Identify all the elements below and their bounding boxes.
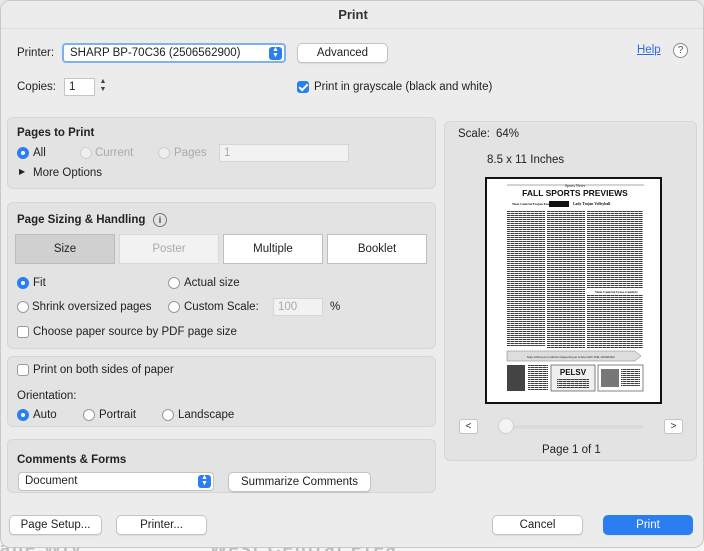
page-sizing-title: Page Sizing & Handling xyxy=(17,214,146,226)
duplex-label: Print on both sides of paper xyxy=(33,364,174,376)
copies-label: Copies: xyxy=(17,81,56,93)
custom-scale-radio[interactable] xyxy=(168,301,180,313)
tab-poster[interactable]: Poster xyxy=(119,234,219,264)
scale-value: 64% xyxy=(496,128,520,140)
more-options-toggle[interactable]: More Options xyxy=(33,167,102,179)
pages-current-label: Current xyxy=(95,147,134,159)
paper-source-label: Choose paper source by PDF page size xyxy=(33,326,237,338)
orientation-portrait-label: Portrait xyxy=(99,409,137,421)
dialog-title: Print xyxy=(1,1,703,29)
comments-forms-select[interactable]: Document ▲ ▼ xyxy=(18,472,214,491)
printer-select[interactable]: SHARP BP-70C36 (2506562900) ▲ ▼ xyxy=(62,43,286,63)
doc-banner: Stay informed on what's happening at sch… xyxy=(527,355,615,359)
orientation-label: Orientation: xyxy=(17,390,77,402)
doc-sub-crosscountry: West Central Cross-Country xyxy=(595,290,638,294)
help-link[interactable]: Help xyxy=(637,44,661,56)
newspaper-page-thumbnail: Sports News FALL SPORTS PREVIEWS West Ce… xyxy=(487,179,660,402)
info-icon[interactable]: i xyxy=(153,213,167,227)
doc-ad: PELSV xyxy=(560,368,587,377)
grayscale-label: Print in grayscale (black and white) xyxy=(314,81,493,93)
copies-input[interactable]: 1 xyxy=(64,78,95,96)
pages-all-label: All xyxy=(33,147,46,159)
paper-source-checkbox[interactable] xyxy=(17,326,29,338)
orientation-landscape-radio[interactable] xyxy=(162,409,174,421)
orientation-portrait-radio[interactable] xyxy=(83,409,95,421)
doc-sub-volleyball: Lady Trojan Volleyball xyxy=(573,202,610,206)
tab-size[interactable]: Size xyxy=(15,234,115,264)
pages-range-input[interactable]: 1 xyxy=(219,144,349,162)
select-arrows-icon: ▲ ▼ xyxy=(198,474,211,488)
printer-label: Printer: xyxy=(17,47,55,59)
cancel-button[interactable]: Cancel xyxy=(492,515,583,535)
custom-scale-input[interactable]: 100 xyxy=(273,298,323,316)
tab-booklet[interactable]: Booklet xyxy=(327,234,427,264)
select-arrows-icon: ▲ ▼ xyxy=(269,46,282,60)
page-setup-button[interactable]: Page Setup... xyxy=(9,515,102,535)
pages-current-radio[interactable] xyxy=(80,147,92,159)
prev-page-button[interactable]: < xyxy=(459,419,478,434)
pages-range-radio[interactable] xyxy=(158,147,170,159)
grayscale-checkbox[interactable] xyxy=(297,81,309,93)
printer-select-value: SHARP BP-70C36 (2506562900) xyxy=(70,47,241,59)
pages-to-print-title: Pages to Print xyxy=(17,127,95,139)
orientation-auto-label: Auto xyxy=(33,409,57,421)
comments-forms-title: Comments & Forms xyxy=(17,454,127,466)
paper-size-label: 8.5 x 11 Inches xyxy=(487,154,565,166)
pages-all-radio[interactable] xyxy=(17,147,29,159)
page-info: Page 1 of 1 xyxy=(542,444,601,456)
orientation-auto-radio[interactable] xyxy=(17,409,29,421)
scale-label: Scale: xyxy=(458,128,490,140)
disclosure-triangle-icon[interactable]: ▶ xyxy=(19,167,25,176)
page-slider-knob[interactable] xyxy=(498,418,514,434)
doc-headline: FALL SPORTS PREVIEWS xyxy=(522,188,628,198)
copies-stepper-icon[interactable]: ▲ ▼ xyxy=(97,78,109,96)
fit-label: Fit xyxy=(33,277,46,289)
next-page-button[interactable]: > xyxy=(664,419,683,434)
fit-radio[interactable] xyxy=(17,277,29,289)
page-preview: Sports News FALL SPORTS PREVIEWS West Ce… xyxy=(485,177,662,404)
comments-forms-value: Document xyxy=(25,475,78,487)
advanced-button[interactable]: Advanced xyxy=(297,43,388,63)
shrink-label: Shrink oversized pages xyxy=(32,301,152,313)
print-button[interactable]: Print xyxy=(603,515,693,535)
pages-range-label: Pages xyxy=(174,147,207,159)
summarize-comments-button[interactable]: Summarize Comments xyxy=(228,472,371,492)
actual-size-radio[interactable] xyxy=(168,277,180,289)
tab-multiple[interactable]: Multiple xyxy=(223,234,323,264)
shrink-radio[interactable] xyxy=(17,301,29,313)
duplex-checkbox[interactable] xyxy=(17,364,29,376)
percent-label: % xyxy=(330,301,341,313)
page-slider-track[interactable] xyxy=(498,425,643,429)
actual-size-label: Actual size xyxy=(184,277,240,289)
orientation-landscape-label: Landscape xyxy=(178,409,235,421)
print-dialog: Print Printer: SHARP BP-70C36 (250656290… xyxy=(0,0,704,548)
custom-scale-label: Custom Scale: xyxy=(184,301,259,313)
printer-button[interactable]: Printer... xyxy=(116,515,207,535)
help-icon[interactable]: ? xyxy=(673,43,688,58)
